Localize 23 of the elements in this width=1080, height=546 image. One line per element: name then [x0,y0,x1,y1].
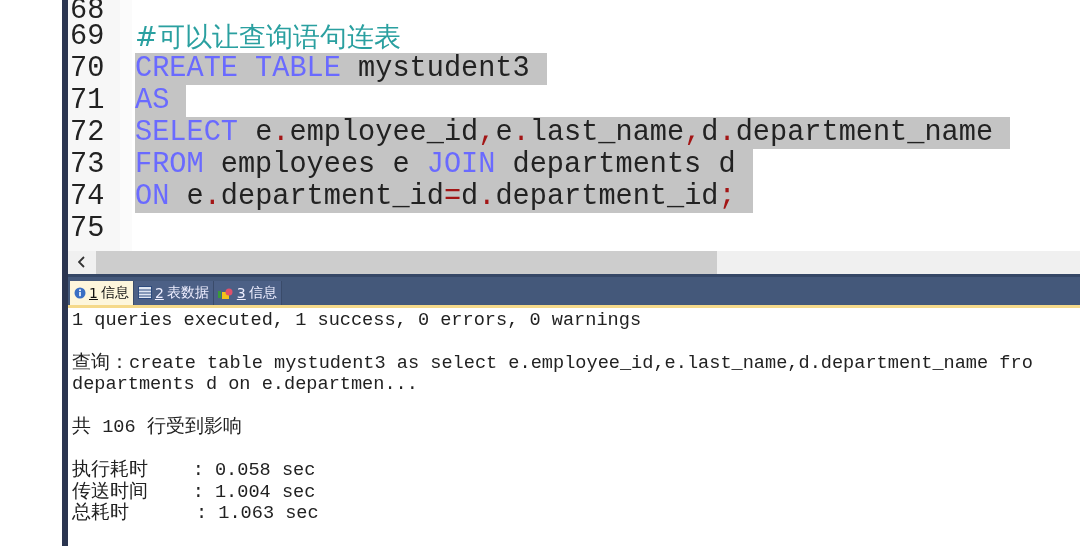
line-number: 72 [70,116,105,149]
result-tab[interactable]: 3 信息 [213,280,282,305]
info-icon [74,286,86,299]
output-line: departments d on e.departmen... [72,374,419,396]
output-line: 共 106 行受到影响 [72,417,243,439]
code-line: #可以让查询语句连表 [135,21,401,53]
result-tab[interactable]: 2 表数据 [133,280,214,305]
result-tab[interactable]: 1 信息 [70,280,134,305]
line-number: 74 [70,180,105,213]
line-number: 70 [70,52,105,85]
output-line: 执行耗时 : 0.058 sec [72,460,317,481]
line-number: 71 [70,84,105,117]
line-number: 73 [70,148,105,181]
chevron-left-icon [78,256,86,269]
shapes-icon [217,286,234,299]
scrollbar-thumb[interactable] [96,250,717,274]
line-number: 75 [70,212,105,245]
table-icon [137,286,152,299]
output-line: 总耗时 : 1.063 sec [72,503,320,525]
output-line: 查询：create table mystudent3 as select e.employee_id,e.last_name,d.department_name fro [72,352,1034,374]
output-line: 1 queries executed, 1 success, 0 errors, 0 warnings [72,309,643,331]
output-line: 传送时间 : 1.004 sec [72,481,317,503]
horizontal-scrollbar[interactable] [68,250,1080,274]
